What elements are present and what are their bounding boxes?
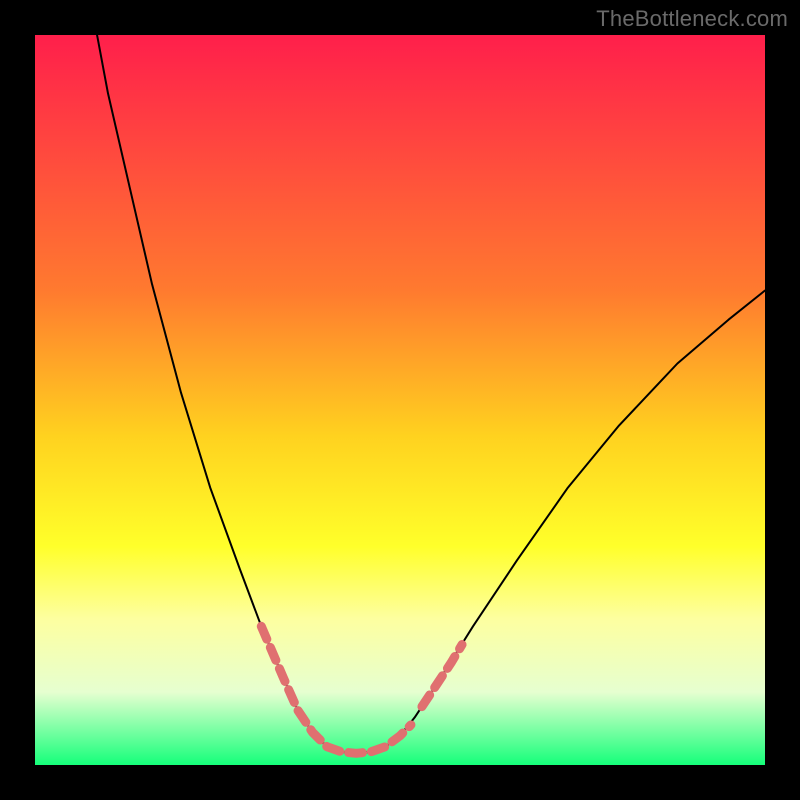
watermark-label: TheBottleneck.com bbox=[596, 6, 788, 32]
plot-svg bbox=[35, 35, 765, 765]
gradient-background bbox=[35, 35, 765, 765]
chart-frame: TheBottleneck.com bbox=[0, 0, 800, 800]
plot-area bbox=[35, 35, 765, 765]
